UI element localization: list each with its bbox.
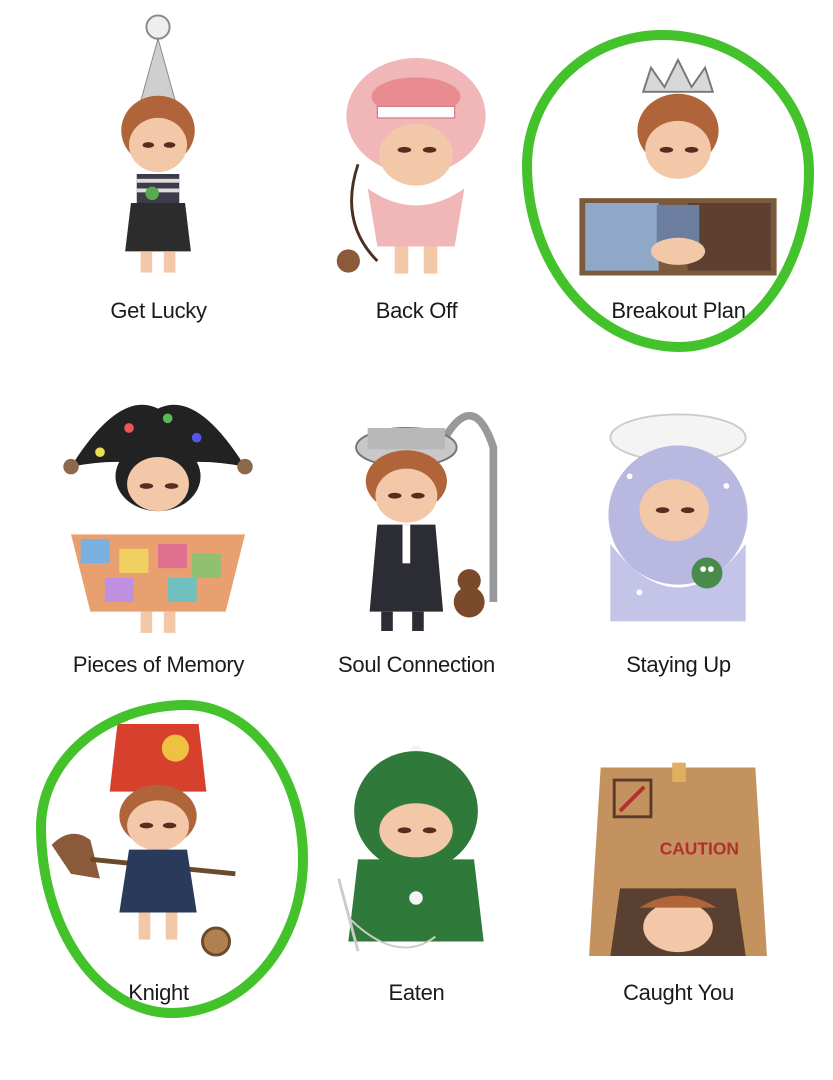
staying-up-figure-image <box>608 413 748 622</box>
figure-name: Soul Connection <box>338 652 495 677</box>
soul-connection-figure-image <box>355 412 498 631</box>
figure-name: Caught You <box>623 980 734 1005</box>
eaten-figure-image <box>337 745 484 952</box>
figure-name: Back Off <box>375 298 458 323</box>
box-caution-label: CAUTION <box>660 839 739 859</box>
figure-name: Get Lucky <box>110 298 207 323</box>
get-lucky-figure-image <box>121 14 195 273</box>
back-off-figure-image <box>336 58 486 274</box>
pieces-of-memory-figure-image <box>63 404 253 633</box>
caught-you-figure-image: CAUTION <box>589 762 767 956</box>
figure-name: Pieces of Memory <box>72 652 245 677</box>
figure-name: Staying Up <box>626 652 731 677</box>
figure-name: Eaten <box>388 980 445 1005</box>
